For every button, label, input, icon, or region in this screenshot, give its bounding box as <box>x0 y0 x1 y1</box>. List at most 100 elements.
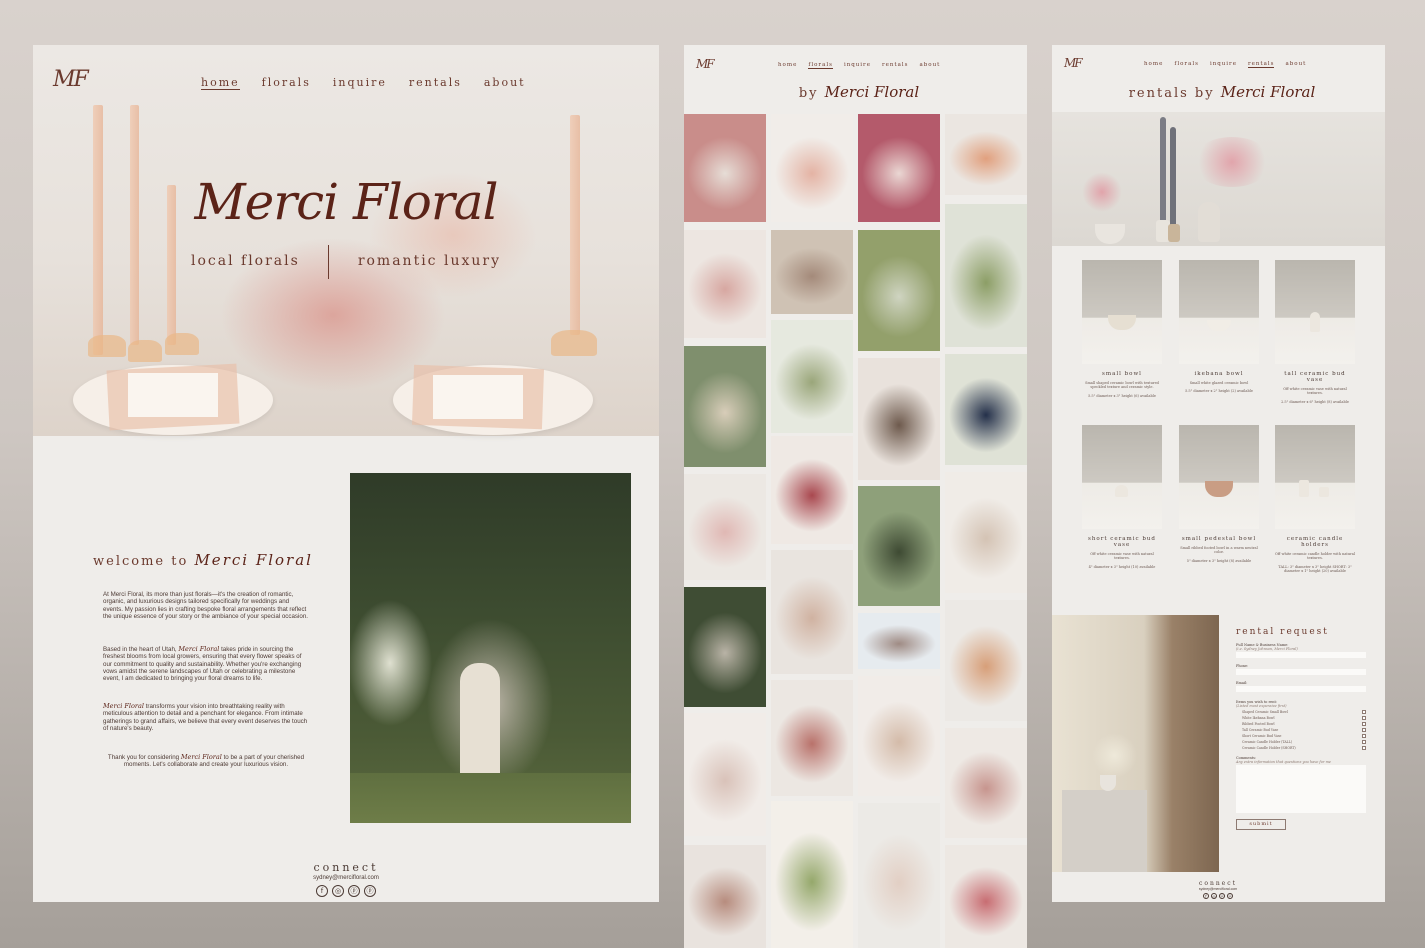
nav-about[interactable]: about <box>1285 61 1306 68</box>
product-name: ceramic candle holders <box>1286 536 1344 548</box>
nav-inquire[interactable]: inquire <box>333 76 387 90</box>
rental-item-row: Short Ceramic Bud Vase <box>1236 734 1366 738</box>
gallery-photo[interactable] <box>858 803 940 948</box>
contact-email[interactable]: sydney@mercifloral.com <box>233 875 459 881</box>
product-description: Small white glazed ceramic bowl <box>1189 381 1249 385</box>
product-small-bowl[interactable]: small bowl Small shaped ceramic bowl wit… <box>1082 260 1162 398</box>
gallery-photo[interactable] <box>684 713 766 836</box>
gallery-photo[interactable] <box>858 676 940 796</box>
pinterest-icon[interactable]: ⓟ <box>364 885 376 897</box>
gallery-photo[interactable] <box>858 358 940 480</box>
gallery-photo[interactable] <box>771 230 853 314</box>
logo[interactable]: MF <box>1064 56 1083 70</box>
nav-home[interactable]: home <box>201 76 240 90</box>
gallery-photo[interactable] <box>684 114 766 222</box>
gallery-photo[interactable] <box>858 613 940 669</box>
rental-item-checkbox[interactable] <box>1362 716 1366 720</box>
gallery-photo[interactable] <box>771 801 853 948</box>
rental-item-checkbox[interactable] <box>1362 746 1366 750</box>
gallery-photo[interactable] <box>684 587 766 707</box>
gallery-photo[interactable] <box>945 600 1027 721</box>
comments-field[interactable] <box>1236 765 1366 813</box>
logo[interactable]: MF <box>53 67 89 92</box>
nav-florals[interactable]: florals <box>262 76 311 90</box>
gallery-photo[interactable] <box>684 845 766 948</box>
welcome-prefix: welcome to <box>93 554 189 569</box>
para2-brand: Merci Floral <box>178 645 220 653</box>
rental-item-row: Tall Ceramic Bud Vase <box>1236 728 1366 732</box>
gallery-photo[interactable] <box>945 354 1027 465</box>
rental-item-checkbox[interactable] <box>1362 710 1366 714</box>
product-description: Off white ceramic vase with natural text… <box>1283 387 1347 396</box>
product-dimensions: 5.5" diameter x 2" height (2) available <box>1185 389 1253 394</box>
gallery-photo[interactable] <box>771 114 853 222</box>
product-tall-bud-vase[interactable]: tall ceramic bud vase Off white ceramic … <box>1275 260 1355 404</box>
gallery-photo[interactable] <box>771 550 853 674</box>
hero-tagline: local florals romantic luxury <box>191 245 501 279</box>
taper-candle-image <box>1170 127 1176 227</box>
pinterest-icon[interactable]: ⓟ <box>348 885 360 897</box>
para2-lead: Based in the heart of Utah, <box>103 646 177 653</box>
nav-home[interactable]: home <box>778 62 797 69</box>
gallery-photo[interactable] <box>945 472 1027 593</box>
nav-florals[interactable]: florals <box>808 62 833 69</box>
nav-rentals[interactable]: rentals <box>409 76 462 90</box>
facebook-icon[interactable]: f <box>1203 893 1209 899</box>
gallery-photo[interactable] <box>684 474 766 580</box>
rental-item-row: Ceramic Candle Holder (TALL) <box>1236 740 1366 744</box>
rental-item-checkbox[interactable] <box>1362 740 1366 744</box>
nav-home[interactable]: home <box>1144 61 1163 68</box>
pinterest-icon[interactable]: ⓟ <box>1227 893 1233 899</box>
connect-title: connect <box>313 861 379 874</box>
rental-item-checkbox[interactable] <box>1362 734 1366 738</box>
name-field[interactable] <box>1236 652 1366 658</box>
instagram-icon[interactable]: ◎ <box>1211 893 1217 899</box>
product-name: small bowl <box>1102 371 1142 377</box>
gallery-photo[interactable] <box>945 114 1027 195</box>
gallery-photo[interactable] <box>858 486 940 606</box>
product-short-bud-vase[interactable]: short ceramic bud vase Off white ceramic… <box>1082 425 1162 569</box>
candle-holder-image <box>88 335 126 357</box>
phone-field[interactable] <box>1236 669 1366 675</box>
product-small-pedestal-bowl[interactable]: small pedestal bowl Small ribbed footed … <box>1179 425 1259 563</box>
gallery-photo[interactable] <box>945 728 1027 838</box>
facebook-icon[interactable]: f <box>316 885 328 897</box>
nav-rentals[interactable]: rentals <box>1247 61 1275 68</box>
gallery-photo[interactable] <box>771 320 853 433</box>
rental-item-checkbox[interactable] <box>1362 722 1366 726</box>
pinterest-icon[interactable]: ⓟ <box>1219 893 1225 899</box>
instagram-icon[interactable]: ◎ <box>332 885 344 897</box>
connect-title: connect <box>1198 880 1238 887</box>
candle-image <box>93 105 103 355</box>
flower-image <box>1192 137 1272 187</box>
submit-button[interactable]: submit <box>1236 819 1286 830</box>
rental-item-checkbox[interactable] <box>1362 728 1366 732</box>
gallery-photo[interactable] <box>771 436 853 544</box>
nav-inquire[interactable]: inquire <box>1210 61 1237 68</box>
welcome-heading: welcome to Merci Floral <box>93 551 313 569</box>
product-ikebana-bowl[interactable]: ikebana bowl Small white glazed ceramic … <box>1179 260 1259 394</box>
nav-florals[interactable]: florals <box>1174 61 1199 68</box>
form-title: rental request <box>1236 627 1329 637</box>
product-ceramic-candle-holders[interactable]: ceramic candle holders Off white ceramic… <box>1275 425 1355 573</box>
gallery-photo[interactable] <box>945 204 1027 347</box>
logo[interactable]: MF <box>696 57 715 71</box>
rentals-title: rentals by Merci Floral <box>1112 83 1332 101</box>
gallery-photo[interactable] <box>858 114 940 222</box>
gallery-photo[interactable] <box>945 845 1027 948</box>
gallery-photo[interactable] <box>771 680 853 796</box>
gallery-photo[interactable] <box>684 346 766 467</box>
florist-photo <box>350 473 631 823</box>
nav-rentals[interactable]: rentals <box>882 62 909 69</box>
contact-email[interactable]: sydney@mercifloral.com <box>1168 887 1268 891</box>
menu-card-image <box>128 373 218 417</box>
candle-image <box>167 185 176 345</box>
email-field[interactable] <box>1236 686 1366 692</box>
candle-image <box>130 105 139 345</box>
nav-about[interactable]: about <box>919 62 940 69</box>
gallery-photo[interactable] <box>684 230 766 338</box>
nav-about[interactable]: about <box>484 76 526 90</box>
rentals-title-prefix: rentals by <box>1128 86 1215 101</box>
nav-inquire[interactable]: inquire <box>844 62 871 69</box>
gallery-photo[interactable] <box>858 230 940 351</box>
